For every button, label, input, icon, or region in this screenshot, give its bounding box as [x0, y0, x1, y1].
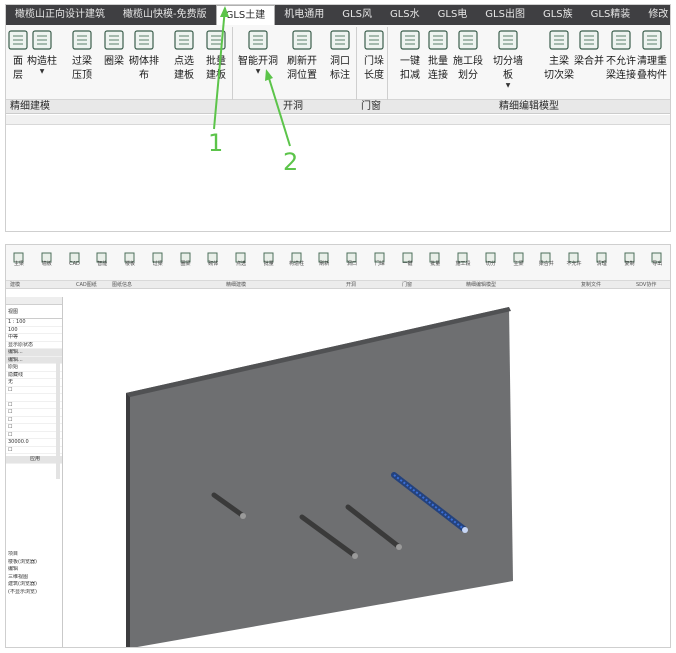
mini-tool-label: 圈梁	[180, 261, 191, 267]
mini-tool-label: 主梁	[513, 261, 524, 267]
mini-tool-icon[interactable]	[69, 248, 80, 263]
mini-tool-label: 过梁	[152, 261, 163, 267]
mini-tool-label: 楼板	[124, 261, 135, 267]
mini-group-label: 开洞	[346, 282, 357, 288]
properties-type-selector[interactable]: 视图	[6, 305, 62, 319]
mini-ribbon-group-labels: 建模 CAD图纸 图纸信息 精细建模 开洞 门窗 精细编辑模型 复制文件 SDV协作	[6, 281, 670, 289]
mini-tool-icon[interactable]	[596, 248, 607, 263]
mini-group-label: 复制文件	[581, 282, 602, 288]
properties-scrollbar[interactable]	[56, 359, 60, 479]
mini-tool-label: 一键	[402, 261, 413, 267]
mini-tool-label: 复制	[624, 261, 635, 267]
property-row[interactable]: ☐	[6, 409, 62, 417]
project-browser: 项目 楼板(浏览器) 编辑 三维视图 建筑(浏览器) (不显示浏览)	[6, 551, 62, 596]
browser-item[interactable]: 建筑(浏览器)	[6, 581, 62, 589]
mini-tool-label: 砌体	[208, 261, 219, 267]
mini-group-label: 图纸信息	[112, 282, 133, 288]
mini-tool-label: 批量	[430, 261, 441, 267]
browser-item[interactable]: 项目	[6, 551, 62, 559]
3d-view-canvas[interactable]	[64, 297, 670, 648]
property-row[interactable]: 1 : 100	[6, 319, 62, 327]
mini-tool-label: CAD	[69, 261, 80, 267]
property-row[interactable]: 原始	[6, 364, 62, 372]
mini-tool-icon[interactable]	[513, 248, 524, 263]
property-row[interactable]: ☐	[6, 387, 62, 394]
property-row[interactable]: 显示原状态	[6, 342, 62, 349]
mini-tool-icon[interactable]	[124, 248, 135, 263]
mini-tool-label: 清理	[596, 261, 607, 267]
mini-tool-icon[interactable]	[235, 248, 246, 263]
property-row[interactable]: 隐藏线	[6, 372, 62, 379]
mini-tool-icon[interactable]	[402, 248, 413, 263]
top-screenshot-panel: 橄榄山正向设计建筑 橄榄山快模-免费版 GLS土建 机电通用 GLS风 GLS水…	[5, 4, 671, 232]
mini-tool-label: 洞口	[346, 261, 357, 267]
mini-tool-icon[interactable]	[41, 248, 52, 263]
mini-tool-icon[interactable]	[318, 248, 329, 263]
property-row[interactable]: ☐	[6, 417, 62, 424]
mini-group-label: 精细建模	[226, 282, 247, 288]
property-row[interactable]: ☐	[6, 432, 62, 439]
property-row[interactable]: 无	[6, 379, 62, 387]
mini-tool-icon[interactable]	[457, 248, 468, 263]
mini-tool-label: 智能	[97, 261, 108, 267]
property-row[interactable]: ☐	[6, 402, 62, 409]
mini-tool-label: 构造柱	[288, 261, 304, 267]
browser-item[interactable]: (不显示浏览)	[6, 589, 62, 597]
mini-group-label: 门窗	[402, 282, 413, 288]
properties-panel: 视图 1 : 100 100 中等 显示原状态 编辑... 编辑... 原始 隐藏线无 ☐ ☐ ☐ ☐…	[6, 297, 63, 647]
apply-button[interactable]: 应用	[6, 456, 62, 464]
property-row[interactable]: ☐	[6, 424, 62, 432]
mini-tool-icon[interactable]	[429, 248, 440, 263]
mini-tool-label: 施工段	[455, 261, 471, 267]
property-row[interactable]: 中等	[6, 334, 62, 342]
annotation-number-1: 1	[208, 129, 224, 157]
mini-tool-icon[interactable]	[624, 248, 635, 263]
mini-tool-icon[interactable]	[152, 248, 163, 263]
mini-tool-icon[interactable]	[568, 248, 579, 263]
mini-ribbon: 主梁 墙板 CAD 智能 楼板 过梁 圈梁 砌体 点选 批量 构造柱 刷新 洞口 门垛 一键 批量 施工段 切分 主…	[6, 245, 670, 281]
mini-tool-label: 墙板	[41, 261, 52, 267]
browser-item[interactable]: 编辑	[6, 566, 62, 574]
mini-group-label: 精细编辑模型	[466, 282, 497, 288]
annotation-number-2: 2	[283, 148, 299, 176]
browser-item[interactable]: 三维视图	[6, 574, 62, 582]
browser-item[interactable]: 楼板(浏览器)	[6, 559, 62, 567]
mini-tool-label: 门垛	[374, 261, 385, 267]
mini-tool-icon[interactable]	[96, 248, 107, 263]
property-row[interactable]: 编辑...	[6, 349, 62, 357]
mini-tool-icon[interactable]	[291, 248, 302, 263]
bottom-screenshot-panel: 主梁 墙板 CAD 智能 楼板 过梁 圈梁 砌体 点选 批量 构造柱 刷新 洞口 门垛 一键 批量 施工段 切分 主…	[5, 244, 671, 648]
mini-tool-icon[interactable]	[180, 248, 191, 263]
property-row[interactable]: 30000.0	[6, 439, 62, 447]
annotation-arrows	[213, 6, 291, 147]
mini-tool-icon[interactable]	[263, 248, 274, 263]
mini-tool-label: 刷新	[319, 261, 330, 267]
mini-tool-label: 主梁	[13, 261, 24, 267]
mini-tool-icon[interactable]	[651, 248, 662, 263]
property-row[interactable]: 编辑...	[6, 356, 62, 364]
mini-tool-label: 梁合并	[538, 261, 554, 267]
mini-tool-icon[interactable]	[540, 248, 551, 263]
mini-tool-icon[interactable]	[346, 248, 357, 263]
mini-tool-label: 批量	[263, 261, 274, 267]
mini-tool-icon[interactable]	[207, 248, 218, 263]
mini-tool-icon[interactable]	[374, 248, 385, 263]
wall-left-edge	[126, 393, 130, 647]
mini-tool-icon[interactable]	[485, 248, 496, 263]
mini-group-label: SDV协作	[636, 282, 657, 288]
mini-group-label: 建模	[10, 282, 21, 288]
mini-tool-icon[interactable]	[13, 248, 24, 263]
3d-model-view	[126, 307, 513, 648]
mini-tool-label: 导出	[652, 261, 663, 267]
mini-tool-label: 点选	[235, 261, 246, 267]
mini-tool-label: 切分	[485, 261, 496, 267]
property-row[interactable]: 100	[6, 327, 62, 334]
wall-panel[interactable]	[126, 307, 513, 648]
property-row[interactable]	[6, 394, 62, 402]
mini-group-label: CAD图纸	[76, 282, 97, 288]
property-row[interactable]: ☐	[6, 447, 62, 454]
properties-header	[6, 297, 62, 305]
mini-tool-label: 不允许	[566, 261, 582, 267]
